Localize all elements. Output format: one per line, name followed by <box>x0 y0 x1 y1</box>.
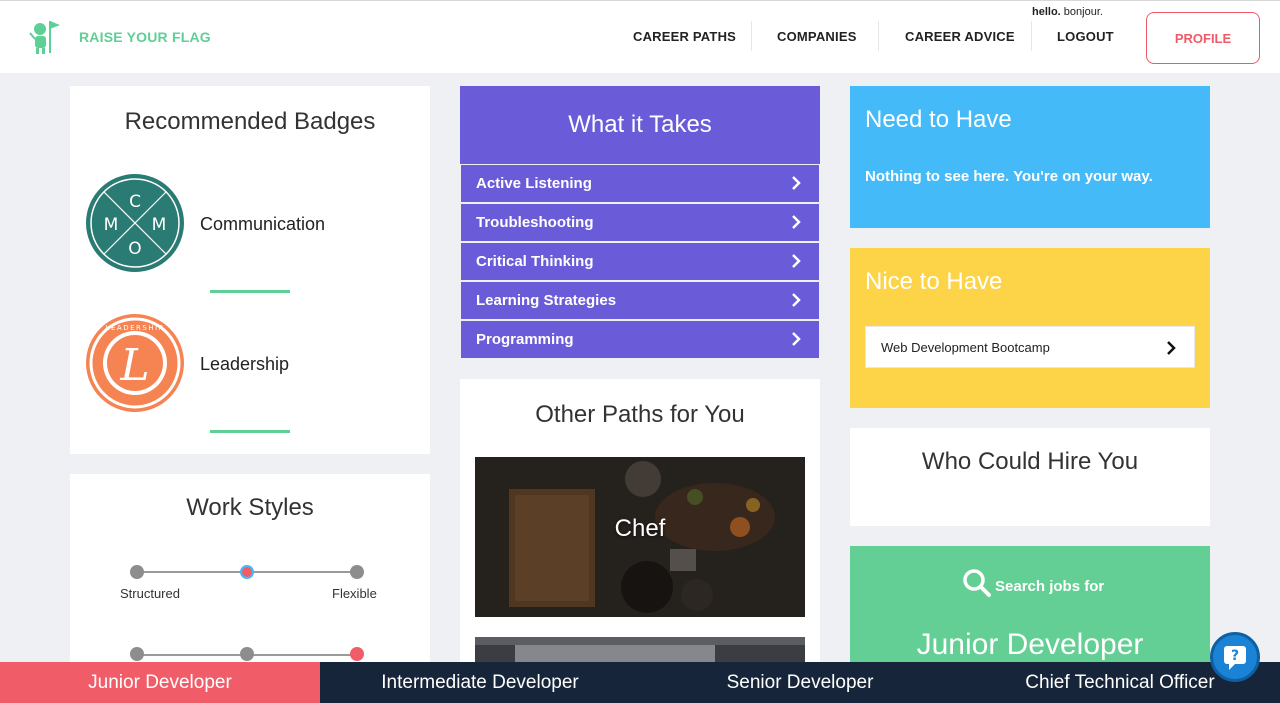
search-jobs-card[interactable]: Search jobs for Junior Developer <box>850 546 1210 676</box>
what-it-takes-title: What it Takes <box>460 86 820 164</box>
nav-divider <box>878 21 879 51</box>
skill-item[interactable]: Active Listening <box>461 165 819 202</box>
leadership-badge-icon[interactable]: L LEADERSHIP <box>86 314 184 412</box>
badges-title: Recommended Badges <box>124 108 376 135</box>
need-to-have-card: Need to Have Nothing to see here. You're… <box>850 86 1210 228</box>
flag-mascot-logo-icon[interactable] <box>28 19 62 55</box>
profile-button[interactable]: PROFILE <box>1146 12 1260 64</box>
recommended-badges-card: Recommended Badges C M M O Communication… <box>70 86 430 454</box>
work-style-dot[interactable] <box>350 565 364 579</box>
who-could-hire-card: Who Could Hire You <box>850 428 1210 526</box>
chevron-right-icon <box>1167 341 1176 355</box>
tab-intermediate-developer[interactable]: Intermediate Developer <box>320 662 640 703</box>
skill-label: Learning Strategies <box>476 292 617 309</box>
leadership-badge-graphic: L LEADERSHIP <box>89 317 181 409</box>
chevron-right-icon <box>792 176 801 190</box>
greeting-text: hello. bonjour. <box>1032 6 1103 18</box>
badge-divider <box>210 290 290 293</box>
search-jobs-label: Search jobs for <box>995 578 1105 595</box>
path-label: Chef <box>614 515 666 542</box>
tab-junior-developer[interactable]: Junior Developer <box>0 662 320 703</box>
nice-to-have-card: Nice to Have Web Development Bootcamp <box>850 248 1210 408</box>
who-could-hire-title: Who Could Hire You <box>921 448 1139 475</box>
svg-text:M: M <box>104 215 119 235</box>
search-jobs-role: Junior Developer <box>916 628 1144 661</box>
skill-label: Active Listening <box>476 175 592 192</box>
top-header: RAISE YOUR FLAG CAREER PATHS COMPANIES C… <box>0 0 1280 73</box>
work-style-dot[interactable] <box>240 647 254 661</box>
chat-question-icon: ? <box>1224 646 1246 670</box>
leadership-badge-label[interactable]: Leadership <box>200 354 289 375</box>
nice-to-have-item-label: Web Development Bootcamp <box>881 339 1050 355</box>
chevron-right-icon <box>792 293 801 307</box>
svg-text:C: C <box>129 192 141 212</box>
communication-badge-graphic: C M M O <box>90 178 180 268</box>
chevron-right-icon <box>792 215 801 229</box>
work-styles-title: Work Styles <box>186 494 314 521</box>
need-to-have-title: Need to Have <box>865 106 1012 133</box>
greeting-bold: hello. <box>1032 6 1061 18</box>
work-style-selected-dot[interactable] <box>350 647 364 661</box>
nav-divider <box>751 21 752 51</box>
svg-text:LEADERSHIP: LEADERSHIP <box>106 324 165 332</box>
work-style-dot[interactable] <box>130 565 144 579</box>
badge-divider <box>210 430 290 433</box>
skill-label: Troubleshooting <box>476 214 594 231</box>
svg-text:L: L <box>119 340 149 391</box>
search-icon <box>963 569 991 597</box>
nav-career-advice[interactable]: CAREER ADVICE <box>905 29 1015 44</box>
work-style-left-label: Structured <box>120 586 180 601</box>
help-chat-button[interactable]: ? <box>1210 632 1260 682</box>
other-paths-title: Other Paths for You <box>535 401 745 428</box>
nav-logout[interactable]: LOGOUT <box>1057 29 1114 44</box>
svg-text:M: M <box>152 215 167 235</box>
skill-item[interactable]: Critical Thinking <box>461 243 819 280</box>
svg-text:?: ? <box>1231 648 1239 664</box>
nav-companies[interactable]: COMPANIES <box>777 29 857 44</box>
need-to-have-text: Nothing to see here. You're on your way. <box>865 168 1153 185</box>
work-style-right-label: Flexible <box>332 586 377 601</box>
work-style-selected-dot[interactable] <box>240 565 254 579</box>
tab-senior-developer[interactable]: Senior Developer <box>640 662 960 703</box>
nice-to-have-title: Nice to Have <box>865 268 1003 295</box>
work-styles-card: Work Styles Structured Flexible <box>70 474 430 674</box>
nice-to-have-item[interactable]: Web Development Bootcamp <box>865 326 1195 368</box>
greeting-rest: bonjour. <box>1060 6 1103 18</box>
chevron-right-icon <box>792 254 801 268</box>
skill-item[interactable]: Troubleshooting <box>461 204 819 241</box>
nav-divider <box>1031 21 1032 51</box>
brand-name[interactable]: RAISE YOUR FLAG <box>79 29 211 45</box>
skill-item[interactable]: Learning Strategies <box>461 282 819 319</box>
path-card-chef[interactable]: Chef <box>475 457 805 617</box>
skill-label: Programming <box>476 331 574 348</box>
communication-badge-label[interactable]: Communication <box>200 214 325 235</box>
communication-badge-icon[interactable]: C M M O <box>86 174 184 272</box>
nav-career-paths[interactable]: CAREER PATHS <box>633 29 736 44</box>
skill-item[interactable]: Programming <box>461 321 819 358</box>
skill-label: Critical Thinking <box>476 253 594 270</box>
career-level-bar: Junior Developer Intermediate Developer … <box>0 662 1280 703</box>
chevron-right-icon <box>792 332 801 346</box>
svg-text:O: O <box>128 239 141 259</box>
work-style-dot[interactable] <box>130 647 144 661</box>
